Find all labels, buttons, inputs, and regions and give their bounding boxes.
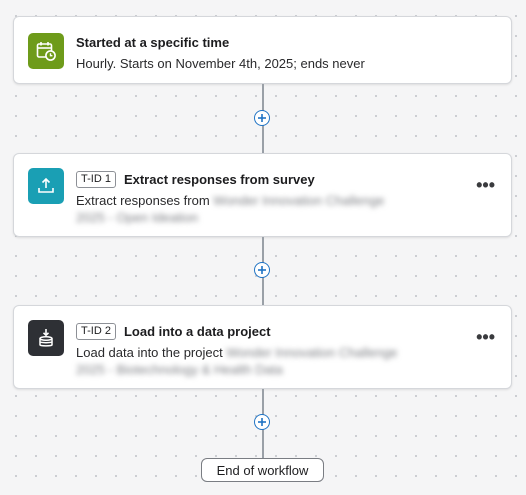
task-id-badge: T-ID 1: [76, 171, 116, 188]
task-description-text: Load data into the project: [76, 345, 223, 360]
trigger-description: Hourly. Starts on November 4th, 2025; en…: [76, 56, 365, 71]
more-options-button[interactable]: •••: [476, 176, 495, 194]
task-card-load[interactable]: T-ID 2 Load into a data project Load dat…: [13, 305, 512, 389]
plus-icon: [258, 266, 266, 274]
task-card-extract[interactable]: T-ID 1 Extract responses from survey Ext…: [13, 153, 512, 237]
trigger-title: Started at a specific time: [76, 35, 230, 50]
task-title: Load into a data project: [123, 324, 271, 339]
trigger-card[interactable]: Started at a specific time Hourly. Start…: [13, 16, 512, 84]
calendar-clock-icon: [28, 33, 64, 69]
add-step-button[interactable]: [254, 414, 270, 430]
end-of-workflow-label: End of workflow: [201, 458, 324, 482]
task-description: Load data into the project Wonder Innova…: [76, 344, 416, 378]
task-description-text: Extract responses from: [76, 193, 210, 208]
add-step-button[interactable]: [254, 110, 270, 126]
more-options-button[interactable]: •••: [476, 328, 495, 346]
add-step-button[interactable]: [254, 262, 270, 278]
database-download-icon: [28, 320, 64, 356]
upload-tray-icon: [28, 168, 64, 204]
task-description: Extract responses from Wonder Innovation…: [76, 192, 416, 226]
plus-icon: [258, 114, 266, 122]
plus-icon: [258, 418, 266, 426]
task-title: Extract responses from survey: [123, 172, 315, 187]
task-id-badge: T-ID 2: [76, 323, 116, 340]
